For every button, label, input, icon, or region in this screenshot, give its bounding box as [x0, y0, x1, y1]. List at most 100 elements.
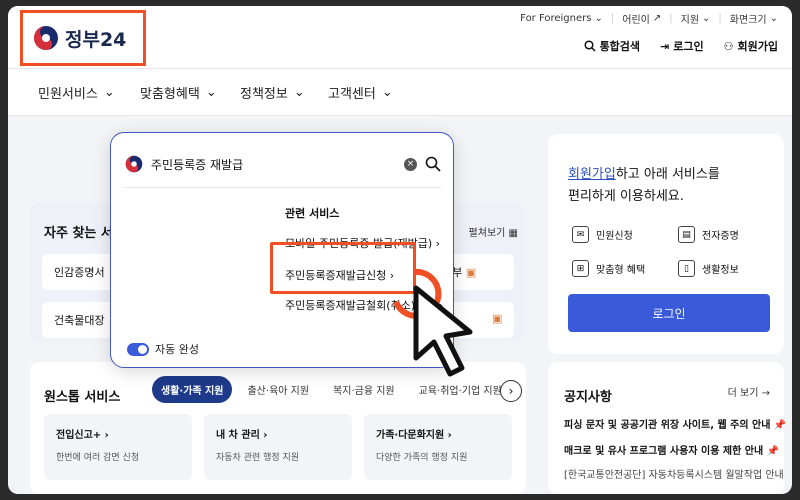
- taegeuk-icon: [34, 26, 58, 50]
- support-menu[interactable]: 지원 ⌄: [681, 11, 711, 26]
- onestop-services-panel: 원스톱 서비스 생활·가족 지원 출산·육아 지원 복지·금융 지원 교육·취업…: [30, 362, 526, 494]
- notice-item[interactable]: 피싱 문자 및 공공기관 위장 사이트, 웹 주의 안내 📌: [564, 416, 786, 431]
- browser-frame: 정부24 For Foreigners ⌄ | 어린이 ↗ | 지원 ⌄ | 화면크기…: [8, 6, 792, 494]
- site-logo[interactable]: 정부24: [20, 10, 146, 66]
- chevron-down-icon: ⌄: [293, 85, 305, 100]
- signup-label: 회원가입: [737, 40, 778, 53]
- tab-life-family[interactable]: 생활·가족 지원: [152, 376, 233, 403]
- external-link-icon: ↗: [652, 13, 662, 24]
- login-label: 로그인: [673, 40, 704, 53]
- zoom-label: 화면크기: [729, 15, 767, 26]
- popup-divider: [125, 187, 441, 188]
- clear-icon[interactable]: ×: [404, 157, 417, 171]
- signup-inline-link[interactable]: 회원가입: [568, 167, 616, 182]
- grid-icon: ▦: [508, 228, 518, 239]
- autocomplete-label: 자동 완성: [155, 343, 199, 356]
- mail-icon: ✉: [572, 226, 589, 243]
- prev-arrow-button[interactable]: ‹: [474, 380, 496, 402]
- nav-custom-benefits[interactable]: 맞춤형혜택 ⌄: [140, 83, 217, 102]
- chip-label: 건축물대장: [54, 314, 105, 327]
- card-title: 전입신고+ ›: [56, 430, 109, 441]
- login-button[interactable]: 로그인: [568, 294, 770, 332]
- intro-text: 하고 아래 서비스를: [615, 167, 720, 182]
- login-card: 회원가입하고 아래 서비스를 편리하게 이용하세요. ✉ 민원신청 ▤ 전자증명 ⊞…: [548, 134, 784, 354]
- foreigners-label: For Foreigners: [520, 13, 592, 24]
- tab-birth-childcare[interactable]: 출산·육아 지원: [238, 376, 318, 403]
- nav-civil-service[interactable]: 민원서비스 ⌄: [38, 83, 115, 102]
- next-arrow-button[interactable]: ›: [500, 380, 522, 402]
- card-desc: 자동차 관련 행정 지원: [216, 453, 300, 463]
- login-intro: 회원가입하고 아래 서비스를 편리하게 이용하세요.: [568, 164, 720, 208]
- user-plus-icon: ⚇: [723, 39, 734, 53]
- expand-button[interactable]: 펼쳐보기 ▦: [469, 224, 518, 239]
- document-icon: ▣: [492, 312, 503, 325]
- nav-label: 민원서비스: [38, 87, 98, 102]
- autocomplete-toggle[interactable]: 자동 완성: [127, 341, 199, 357]
- search-label: 통합검색: [599, 40, 641, 53]
- service-label: 맞춤형 혜택: [596, 265, 646, 276]
- login-link[interactable]: ⇥ 로그인: [660, 38, 704, 54]
- tab-welfare-finance[interactable]: 복지·금융 지원: [324, 376, 404, 403]
- signup-link[interactable]: ⚇ 회원가입: [724, 38, 778, 54]
- search-input[interactable]: 주민등록증 재발급: [151, 156, 396, 173]
- onestop-card-family[interactable]: 가족·다문화지원 › 다양한 가족의 행정 지원: [364, 414, 512, 480]
- site-header: 정부24 For Foreigners ⌄ | 어린이 ↗ | 지원 ⌄ | 화면크기…: [8, 6, 792, 68]
- chip-label: 인감증명서: [54, 266, 105, 279]
- onestop-tabs: 생활·가족 지원 출산·육아 지원 복지·금융 지원 교육·취업·기업 지원: [152, 376, 511, 403]
- chevron-down-icon: ⌄: [594, 13, 603, 24]
- nav-policy-info[interactable]: 정책정보 ⌄: [240, 83, 305, 102]
- onestop-title: 원스톱 서비스: [44, 390, 121, 405]
- card-desc: 다양한 가족의 행정 지원: [376, 453, 468, 463]
- nav-customer-center[interactable]: 고객센터 ⌄: [328, 83, 393, 102]
- taegeuk-icon: [125, 155, 143, 173]
- toggle-switch[interactable]: [127, 342, 149, 356]
- divider: |: [718, 13, 722, 24]
- expand-label: 펼쳐보기: [468, 228, 506, 239]
- zoom-menu[interactable]: 화면크기 ⌄: [730, 11, 778, 26]
- integrated-search-link[interactable]: 통합검색: [584, 38, 640, 54]
- nav-label: 고객센터: [328, 87, 376, 102]
- notice-item[interactable]: 매크로 및 유사 프로그램 사용자 이용 제한 안내 📌: [564, 442, 779, 457]
- service-civil-apply[interactable]: ✉ 민원신청: [572, 226, 633, 243]
- chevron-down-icon: ⌄: [702, 13, 711, 24]
- notice-panel: 공지사항 더 보기 → 피싱 문자 및 공공기관 위장 사이트, 웹 주의 안내…: [548, 362, 786, 494]
- related-services-title: 관련 서비스: [285, 207, 340, 220]
- card-desc: 한번에 여러 감면 신청: [56, 453, 140, 463]
- children-label: 어린이: [622, 15, 650, 26]
- card-title: 가족·다문화지원 ›: [376, 430, 452, 441]
- card-title: 내 차 관리 ›: [216, 430, 268, 441]
- logo-text: 정부24: [65, 28, 127, 51]
- certificate-icon: ▤: [678, 226, 695, 243]
- support-label: 지원: [680, 15, 700, 26]
- service-e-certificate[interactable]: ▤ 전자증명: [678, 226, 739, 243]
- service-label: 전자증명: [702, 231, 739, 242]
- children-link[interactable]: 어린이 ↗: [622, 11, 661, 26]
- notice-item[interactable]: [한국교통안전공단] 자동차등록시스템 월말작업 안내: [564, 466, 784, 481]
- divider: |: [610, 13, 615, 24]
- divider: |: [669, 13, 673, 24]
- search-bar: 주민등록증 재발급 ×: [125, 151, 441, 177]
- chevron-down-icon: ⌄: [381, 85, 393, 100]
- service-label: 민원신청: [596, 231, 633, 242]
- onestop-card-car[interactable]: 내 차 관리 › 자동차 관련 행정 지원: [204, 414, 352, 480]
- search-icon[interactable]: [425, 156, 441, 172]
- notice-more-link[interactable]: 더 보기 →: [728, 384, 770, 399]
- gift-icon: ⊞: [572, 260, 589, 277]
- service-label: 생활정보: [702, 265, 739, 276]
- chevron-down-icon: ⌄: [769, 13, 778, 24]
- service-life-info[interactable]: ▯ 생활정보: [678, 260, 739, 277]
- login-icon: ⇥: [660, 39, 670, 53]
- onestop-card-move-in[interactable]: 전입신고+ › 한번에 여러 감면 신청: [44, 414, 192, 480]
- foreigners-menu[interactable]: For Foreigners ⌄: [520, 11, 603, 26]
- top-utility-menu: For Foreigners ⌄ | 어린이 ↗ | 지원 ⌄ | 화면크기 ⌄: [520, 11, 778, 26]
- service-custom-benefit[interactable]: ⊞ 맞춤형 혜택: [572, 260, 645, 277]
- search-icon: [584, 40, 596, 52]
- intro-text-2: 편리하게 이용하세요.: [568, 189, 684, 204]
- bookmark-icon: ▯: [678, 260, 695, 277]
- nav-label: 맞춤형혜택: [140, 87, 200, 102]
- chevron-down-icon: ⌄: [205, 85, 217, 100]
- sub-nav: 통합검색 ⇥ 로그인 ⚇ 회원가입: [584, 38, 778, 54]
- mouse-cursor-icon: [393, 268, 473, 377]
- chevron-down-icon: ⌄: [103, 85, 115, 100]
- nav-label: 정책정보: [240, 87, 288, 102]
